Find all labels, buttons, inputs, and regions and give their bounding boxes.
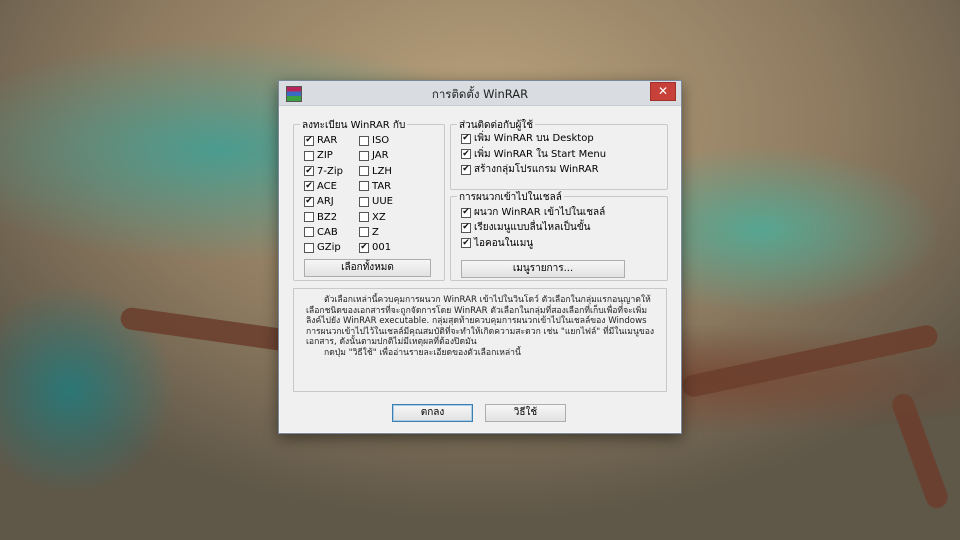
assoc-checkbox-ace-label: ACE: [317, 180, 337, 192]
checkbox-box[interactable]: ✔: [461, 133, 471, 144]
ok-button[interactable]: ตกลง: [392, 404, 473, 422]
assoc-checkbox-uue[interactable]: UUE: [359, 195, 393, 208]
background-branch: [889, 390, 951, 512]
checkbox-box[interactable]: ✔: [304, 135, 314, 146]
assoc-checkbox-zip-label: ZIP: [317, 150, 333, 162]
checkbox-box[interactable]: [304, 227, 314, 238]
shell-checkbox-3[interactable]: ✔ ไอคอนในเมนู: [461, 237, 533, 250]
window-title: การติดตั้ง WinRAR: [431, 87, 529, 101]
interface-checkbox-1[interactable]: ✔ เพิ่ม WinRAR บน Desktop: [461, 132, 594, 145]
checkbox-box[interactable]: [304, 150, 314, 161]
close-button[interactable]: ✕: [650, 82, 676, 101]
shell-checkbox-1[interactable]: ✔ ผนวก WinRAR เข้าไปในเชลล์: [461, 206, 605, 219]
interface-checkbox-3[interactable]: ✔ สร้างกลุ่มโปรแกรม WinRAR: [461, 163, 599, 176]
shell-checkbox-3-label: ไอคอนในเมนู: [474, 237, 534, 249]
assoc-checkbox-z[interactable]: Z: [359, 226, 379, 239]
winrar-setup-dialog: การติดตั้ง WinRAR ✕ ลงทะเบียน WinRAR กับ…: [278, 80, 682, 434]
checkbox-box[interactable]: [304, 242, 314, 253]
checkbox-box[interactable]: [359, 150, 369, 161]
shell-checkbox-1-label: ผนวก WinRAR เข้าไปในเชลล์: [474, 207, 606, 218]
assoc-checkbox-7-zip-label: 7-Zip: [317, 165, 343, 177]
interface-checkbox-1-label: เพิ่ม WinRAR บน Desktop: [474, 133, 594, 144]
shell-group-legend: การผนวกเข้าไปในเชลล์: [457, 190, 564, 205]
checkbox-box[interactable]: ✔: [304, 181, 314, 192]
assoc-checkbox-iso-label: ISO: [372, 135, 390, 146]
interface-checkbox-3-label: สร้างกลุ่มโปรแกรม WinRAR: [474, 164, 599, 175]
checkbox-box[interactable]: ✔: [461, 238, 471, 249]
interface-checkbox-2-label: เพิ่ม WinRAR ใน Start Menu: [474, 148, 607, 160]
checkbox-box[interactable]: ✔: [304, 196, 314, 207]
associate-group: ลงทะเบียน WinRAR กับ ✔ RAR ZIP ✔ 7-Zip ✔ ACE ✔ A…: [293, 118, 445, 281]
checkbox-box[interactable]: ✔: [461, 149, 471, 159]
assoc-checkbox-z-label: Z: [372, 226, 379, 238]
checkbox-box[interactable]: ✔: [359, 242, 369, 253]
checkbox-box[interactable]: ✔: [461, 222, 471, 233]
assoc-checkbox-xz-label: XZ: [372, 211, 386, 223]
title-bar[interactable]: การติดตั้ง WinRAR ✕: [279, 81, 681, 106]
assoc-checkbox-zip[interactable]: ZIP: [304, 149, 333, 162]
description-box: ตัวเลือกเหล่านี้ควบคุมการผนวก WinRAR เข้…: [293, 288, 667, 392]
checkbox-box[interactable]: [359, 166, 369, 177]
assoc-checkbox-tar-label: TAR: [372, 180, 392, 192]
select-all-button[interactable]: เลือกทั้งหมด: [304, 259, 431, 277]
assoc-checkbox-gzip-label: GZip: [317, 242, 341, 254]
context-menu-items-button[interactable]: เมนูรายการ...: [461, 260, 625, 278]
checkbox-box[interactable]: [359, 181, 369, 192]
assoc-checkbox-cab[interactable]: CAB: [304, 226, 338, 239]
help-button[interactable]: วิธีใช้: [485, 404, 566, 422]
description-paragraph: ตัวเลือกเหล่านี้ควบคุมการผนวก WinRAR เข้…: [306, 295, 655, 348]
checkbox-box[interactable]: [359, 212, 369, 222]
checkbox-box[interactable]: [359, 196, 369, 207]
assoc-checkbox-bz2[interactable]: BZ2: [304, 211, 337, 224]
assoc-checkbox-lzh-label: LZH: [372, 165, 392, 177]
checkbox-box[interactable]: ✔: [461, 207, 471, 218]
assoc-checkbox-lzh[interactable]: LZH: [359, 165, 392, 178]
assoc-checkbox-001-label: 001: [372, 242, 392, 254]
background-branch: [119, 306, 291, 352]
assoc-checkbox-tar[interactable]: TAR: [359, 180, 391, 193]
assoc-checkbox-xz[interactable]: XZ: [359, 211, 386, 224]
background-branch: [680, 323, 940, 399]
assoc-checkbox-ace[interactable]: ✔ ACE: [304, 180, 337, 193]
description-help-hint: กดปุ่ม "วิธีใช้" เพื่ออ่านรายละเอียดของต…: [324, 347, 521, 358]
checkbox-box[interactable]: ✔: [461, 164, 471, 175]
shell-integration-group: การผนวกเข้าไปในเชลล์ ✔ ผนวก WinRAR เข้าไป…: [450, 190, 668, 281]
shell-checkbox-2[interactable]: ✔ เรียงเมนูแบบลื่นไหลเป็นขั้น: [461, 221, 591, 234]
assoc-checkbox-7-zip[interactable]: ✔ 7-Zip: [304, 165, 343, 178]
assoc-checkbox-uue-label: UUE: [372, 196, 393, 208]
interface-group: ส่วนติดต่อกับผู้ใช้ ✔ เพิ่ม WinRAR บน Des…: [450, 118, 668, 190]
checkbox-box[interactable]: [359, 135, 369, 146]
assoc-checkbox-arj-label: ARJ: [317, 196, 334, 208]
assoc-checkbox-rar[interactable]: ✔ RAR: [304, 134, 337, 147]
assoc-checkbox-arj[interactable]: ✔ ARJ: [304, 195, 334, 208]
assoc-checkbox-cab-label: CAB: [317, 226, 338, 238]
assoc-checkbox-001[interactable]: ✔ 001: [359, 241, 391, 254]
assoc-checkbox-gzip[interactable]: GZip: [304, 241, 341, 254]
assoc-checkbox-rar-label: RAR: [317, 135, 338, 146]
assoc-checkbox-jar-label: JAR: [372, 150, 389, 162]
interface-checkbox-2[interactable]: ✔ เพิ่ม WinRAR ใน Start Menu: [461, 148, 606, 161]
shell-checkbox-2-label: เรียงเมนูแบบลื่นไหลเป็นขั้น: [474, 222, 591, 234]
checkbox-box[interactable]: [359, 227, 369, 238]
assoc-checkbox-jar[interactable]: JAR: [359, 149, 389, 162]
checkbox-box[interactable]: ✔: [304, 166, 314, 177]
assoc-checkbox-iso[interactable]: ISO: [359, 134, 389, 147]
assoc-checkbox-bz2-label: BZ2: [317, 211, 338, 223]
checkbox-box[interactable]: [304, 212, 314, 222]
associate-group-legend: ลงทะเบียน WinRAR กับ: [300, 118, 408, 133]
